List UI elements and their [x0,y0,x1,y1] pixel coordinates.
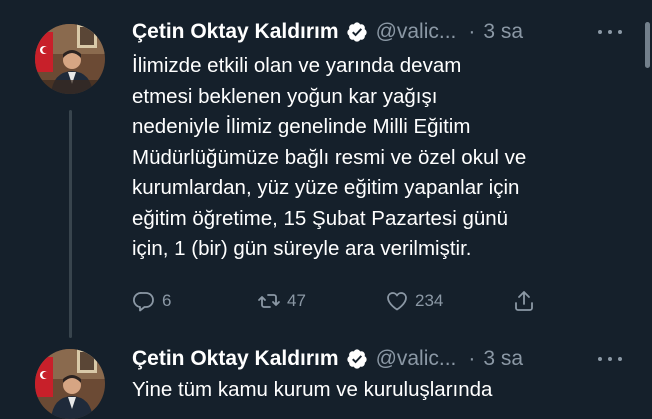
retweet-icon [258,294,280,308]
reply-icon [133,292,154,312]
author-handle[interactable]: @valic... [376,20,457,44]
timestamp[interactable]: 3 sa [483,20,523,44]
tweet-text-line: Yine tüm kamu kurum ve kuruluşlarında [132,378,493,401]
tweet-text: İlimizde etkili olan ve yarında devam et… [132,51,612,265]
tweet-header: Çetin Oktay Kaldırım @valic... · 3 sa [132,345,622,373]
tweet-text-line: İlimizde etkili olan ve yarında devam [132,54,462,77]
tweet-text-line: etmesi beklenen yoğun kar yağışı [132,84,438,108]
author-name[interactable]: Çetin Oktay Kaldırım [132,347,339,371]
separator-dot: · [468,347,476,370]
reply-button[interactable]: 6 [132,285,171,317]
author-name[interactable]: Çetin Oktay Kaldırım [132,20,339,44]
tweet-text-line: eğitim öğretime, 15 Şubat Pazartesi günü [132,206,509,230]
like-button[interactable]: 234 [385,285,443,317]
verified-badge-icon [346,22,367,42]
separator-dot: · [468,20,476,43]
tweet-text-line: nedeniyle İlimiz genelinde Milli Eğitim [132,115,471,138]
tweet-text-line: Müdürlüğümüze bağlı resmi ve özel okul v… [132,145,527,169]
avatar[interactable] [35,24,105,94]
heart-icon [387,292,407,311]
more-dots-icon[interactable] [598,349,622,369]
verified-badge-icon [346,349,367,369]
tweet-text-line: kurumlardan, yüz yüze eğitim yapanlar iç… [132,176,520,199]
tweet[interactable]: Çetin Oktay Kaldırım @valic... · 3 sa Yi… [0,335,652,419]
retweet-count: 47 [287,291,306,310]
reply-count: 6 [162,291,172,310]
like-count: 234 [415,291,444,310]
thread-line [69,110,72,338]
author-handle[interactable]: @valic... [376,347,457,371]
retweet-button[interactable]: 47 [257,285,306,317]
more-dots-icon[interactable] [598,22,622,42]
avatar[interactable] [35,349,105,419]
share-icon [515,291,533,311]
tweet-text: Yine tüm kamu kurum ve kuruluşlarında [132,375,612,406]
avatar-image [35,349,105,419]
tweet-actions: 6 47 234 [132,285,552,317]
tweet[interactable]: Çetin Oktay Kaldırım @valic... · 3 sa İl… [0,0,652,338]
avatar-image [35,24,105,94]
timestamp[interactable]: 3 sa [483,347,523,371]
tweet-text-line: için, 1 (bir) gün süreyle ara verilmişti… [132,237,472,260]
share-button[interactable] [512,285,536,317]
tweet-header: Çetin Oktay Kaldırım @valic... · 3 sa [132,18,622,46]
